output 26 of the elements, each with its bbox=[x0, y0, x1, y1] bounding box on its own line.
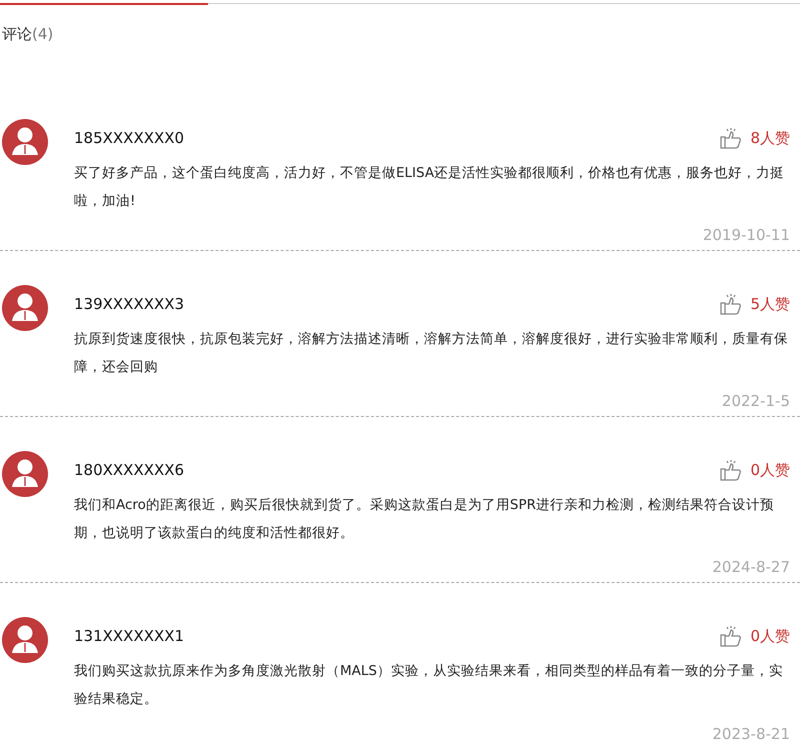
comment-date: 2019-10-11 bbox=[702, 226, 790, 244]
comment-text: 我们购买这款抗原来作为多角度激光散射（MALS）实验，从实验结果来看，相同类型的样品有着一致的分子量，实验结果稳定。 bbox=[74, 662, 784, 709]
avatar-icon bbox=[2, 617, 48, 663]
avatar-icon bbox=[2, 119, 48, 165]
thumbs-up-icon[interactable] bbox=[720, 293, 742, 315]
user-name: 185XXXXXXX0 bbox=[74, 129, 184, 147]
thumbs-up-icon[interactable] bbox=[720, 127, 742, 149]
comment-text: 我们和Acro的距离很近，购买后很快就到货了。采购这款蛋白是为了用SPR进行亲和力检测，检测结果符合设计预期，也说明了该款蛋白的纯度和活性都很好。 bbox=[74, 496, 776, 543]
avatar-icon bbox=[2, 451, 48, 497]
like-count: 0人赞 bbox=[750, 460, 790, 480]
like-count: 8人赞 bbox=[750, 128, 790, 148]
comment-date: 2022-1-5 bbox=[722, 392, 790, 410]
user-name: 180XXXXXXX6 bbox=[74, 461, 184, 479]
thumbs-up-icon[interactable] bbox=[720, 625, 742, 647]
user-name: 131XXXXXXX1 bbox=[74, 627, 184, 645]
comment-text: 买了好多产品，这个蛋白纯度高，活力好，不管是做ELISA还是活性实验都很顺利，价格也有优惠，服务也好，力挺啦，加油! bbox=[74, 164, 786, 211]
comment-date: 2023-8-21 bbox=[712, 725, 790, 743]
avatar-icon bbox=[2, 285, 48, 331]
comment-text: 抗原到货速度很快，抗原包装完好，溶解方法描述清晰，溶解方法简单，溶解度很好，进行实验非常顺利，质量有保障，还会回购 bbox=[74, 330, 789, 377]
like-count: 0人赞 bbox=[750, 626, 790, 646]
like-count: 5人赞 bbox=[750, 294, 790, 314]
section-title: 评论 bbox=[2, 25, 32, 45]
comment-date: 2024-8-27 bbox=[712, 558, 790, 576]
thumbs-up-icon[interactable] bbox=[720, 459, 742, 481]
comment-count: (4) bbox=[32, 25, 54, 45]
user-name: 139XXXXXXX3 bbox=[74, 295, 184, 313]
